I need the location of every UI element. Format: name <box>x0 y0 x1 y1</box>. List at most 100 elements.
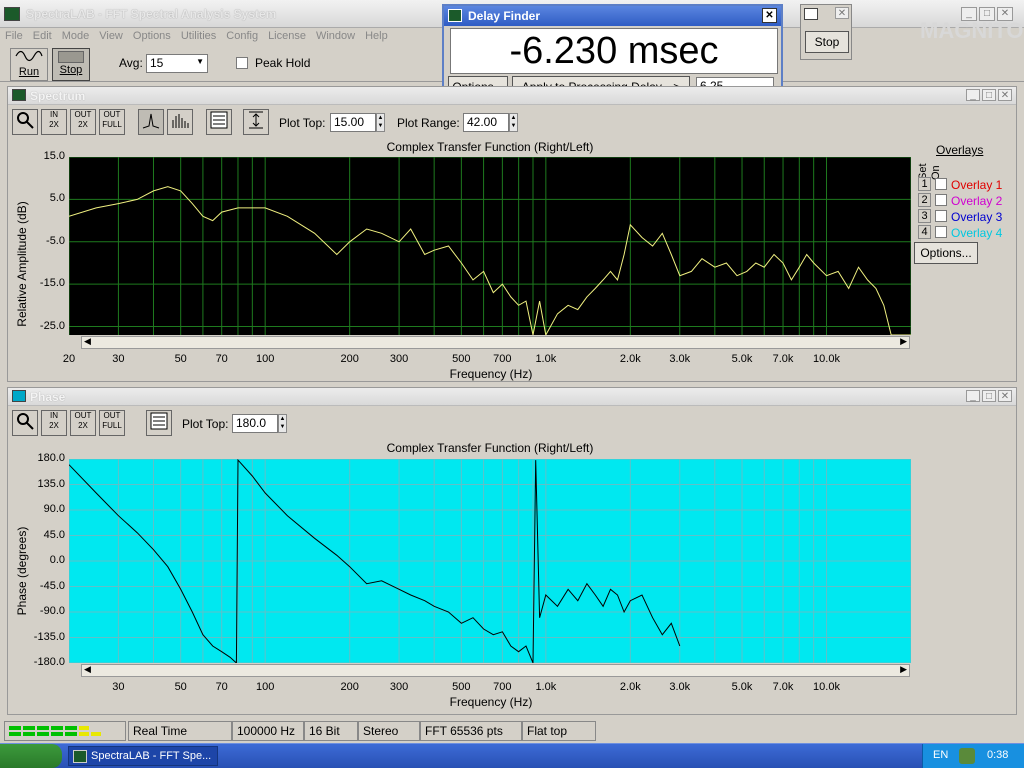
phase-restore-icon[interactable]: □ <box>982 390 996 402</box>
stop-label: Stop <box>59 64 83 76</box>
line-mode-icon[interactable] <box>138 109 164 135</box>
stop-icon <box>58 51 84 63</box>
phase-y-tick-label: 180.0 <box>37 452 65 464</box>
spectrum-plot-top-label: Plot Top: <box>279 116 326 130</box>
spectrum-plot-top-input[interactable]: 15.00 <box>330 113 376 132</box>
zoom-icon[interactable] <box>12 109 38 135</box>
spec-y-tick-label: -5.0 <box>46 234 65 247</box>
spec-y-tick-label: 15.0 <box>43 150 65 162</box>
small-stop-button[interactable]: Stop <box>805 31 849 53</box>
avg-select[interactable]: 15 ▼ <box>146 54 208 73</box>
run-button[interactable]: Run <box>10 48 48 81</box>
spectrum-plot-range-spinner[interactable]: ▲ ▼ <box>509 113 518 132</box>
phase-close-icon[interactable]: ✕ <box>998 390 1012 402</box>
spectrum-x-axis-label: Frequency (Hz) <box>449 367 533 381</box>
zoom-in-2x-icon[interactable]: IN 2X <box>41 109 67 135</box>
spectrum-restore-icon[interactable]: □ <box>982 89 996 101</box>
taskbar: SpectraLAB - FFT Spe... EN 0:38 <box>0 743 1024 768</box>
menu-mode[interactable]: Mode <box>57 29 95 43</box>
phase-plot[interactable] <box>69 459 911 663</box>
phase-minimize-icon[interactable]: _ <box>966 390 980 402</box>
menu-utilities[interactable]: Utilities <box>176 29 221 43</box>
menu-options[interactable]: Options <box>128 29 176 43</box>
phase-x-tick-label: 5.0k <box>731 681 753 693</box>
phase-title-bar: Phase _ □ ✕ <box>8 388 1016 406</box>
level-meter <box>4 721 126 741</box>
peak-hold-checkbox[interactable] <box>236 57 248 69</box>
overlay-set-button[interactable]: 2 <box>918 193 931 207</box>
phase-x-tick-label: 7.0k <box>772 681 794 693</box>
zoom-out-full-icon[interactable]: OUT FULL <box>99 109 125 135</box>
stop-button[interactable]: Stop <box>52 48 90 81</box>
overlay-label: Overlay 2 <box>951 194 1003 208</box>
phase-scroll-right-icon[interactable]: ▶ <box>900 664 907 675</box>
properties-icon[interactable] <box>206 109 232 135</box>
phase-x-tick-label: 500 <box>452 681 471 693</box>
phase-scrollbar[interactable]: ◀ ▶ <box>81 664 910 677</box>
spec-y-tick-label: -25.0 <box>39 319 65 332</box>
overlay-on-checkbox[interactable] <box>935 210 947 222</box>
overlay-on-checkbox[interactable] <box>935 226 947 238</box>
spec-x-tick-label: 500 <box>452 353 471 365</box>
overlay-set-button[interactable]: 1 <box>918 177 931 191</box>
spectrum-plot-range-input[interactable]: 42.00 <box>463 113 509 132</box>
overlay-set-button[interactable]: 4 <box>918 225 931 239</box>
spec-plot-background <box>69 157 911 335</box>
phase-properties-icon[interactable] <box>146 410 172 436</box>
spectrum-minimize-icon[interactable]: _ <box>966 89 980 101</box>
menu-help[interactable]: Help <box>360 29 393 43</box>
small-window-close-icon[interactable]: ✕ <box>835 7 849 19</box>
status-fft-size: FFT 65536 pts <box>420 721 522 741</box>
bar-mode-icon[interactable] <box>167 109 193 135</box>
spec-x-tick-label: 50 <box>174 353 187 365</box>
spectrum-scrollbar[interactable]: ◀ ▶ <box>81 336 910 349</box>
overlay-on-checkbox[interactable] <box>935 194 947 206</box>
avg-value: 15 <box>150 56 164 70</box>
phase-x-tick-label: 3.0k <box>669 681 691 693</box>
peak-hold-label: Peak Hold <box>255 56 311 70</box>
autoscale-icon[interactable] <box>243 109 269 135</box>
start-button[interactable] <box>0 744 62 768</box>
phase-x-tick-label: 700 <box>493 681 512 693</box>
menu-config[interactable]: Config <box>221 29 263 43</box>
language-indicator[interactable]: EN <box>933 749 948 761</box>
phase-zoom-in-2x-icon[interactable]: IN 2X <box>41 410 67 436</box>
overlay-label: Overlay 3 <box>951 210 1003 224</box>
phase-scroll-left-icon[interactable]: ◀ <box>84 664 91 675</box>
menu-edit[interactable]: Edit <box>28 29 57 43</box>
zoom-out-2x-icon[interactable]: OUT 2X <box>70 109 96 135</box>
taskbar-spectralab-item[interactable]: SpectraLAB - FFT Spe... <box>68 746 218 766</box>
spec-x-tick-label: 200 <box>340 353 359 365</box>
menu-file[interactable]: File <box>0 29 28 43</box>
phase-zoom-out-full-icon[interactable]: OUT FULL <box>99 410 125 436</box>
phase-title: Phase <box>30 390 66 404</box>
spec-x-tick-label: 2.0k <box>619 353 641 365</box>
overlay-on-checkbox[interactable] <box>935 178 947 190</box>
delay-finder-title-bar: Delay Finder ✕ <box>444 6 781 26</box>
dialog-close-icon[interactable]: ✕ <box>762 8 777 23</box>
spectrum-plot-top-spinner[interactable]: ▲ ▼ <box>376 113 385 132</box>
menu-license[interactable]: License <box>263 29 311 43</box>
phase-y-tick-label: 135.0 <box>37 477 65 490</box>
spec-x-tick-label: 5.0k <box>731 353 753 365</box>
spectrum-plot[interactable] <box>69 157 911 335</box>
scroll-right-icon[interactable]: ▶ <box>900 336 907 347</box>
phase-zoom-out-2x-icon[interactable]: OUT 2X <box>70 410 96 436</box>
phase-y-tick-label: 45.0 <box>43 528 65 541</box>
phase-x-tick-label: 2.0k <box>619 681 641 693</box>
menu-window[interactable]: Window <box>311 29 360 43</box>
menu-view[interactable]: View <box>94 29 128 43</box>
phase-plot-top-spinner[interactable]: ▲ ▼ <box>278 414 287 433</box>
spectrum-close-icon[interactable]: ✕ <box>998 89 1012 101</box>
status-mode: Real Time <box>128 721 232 741</box>
sine-wave-icon <box>15 50 43 62</box>
delay-finder-title: Delay Finder <box>468 9 541 23</box>
status-sample-rate: 100000 Hz <box>232 721 304 741</box>
overlay-options-button[interactable]: Options... <box>914 242 978 264</box>
overlay-set-button[interactable]: 3 <box>918 209 931 223</box>
phase-zoom-icon[interactable] <box>12 410 38 436</box>
tray-security-icon[interactable] <box>959 748 975 764</box>
phase-plot-top-input[interactable]: 180.0 <box>232 414 278 433</box>
scroll-left-icon[interactable]: ◀ <box>84 336 91 347</box>
phase-icon <box>12 390 26 402</box>
